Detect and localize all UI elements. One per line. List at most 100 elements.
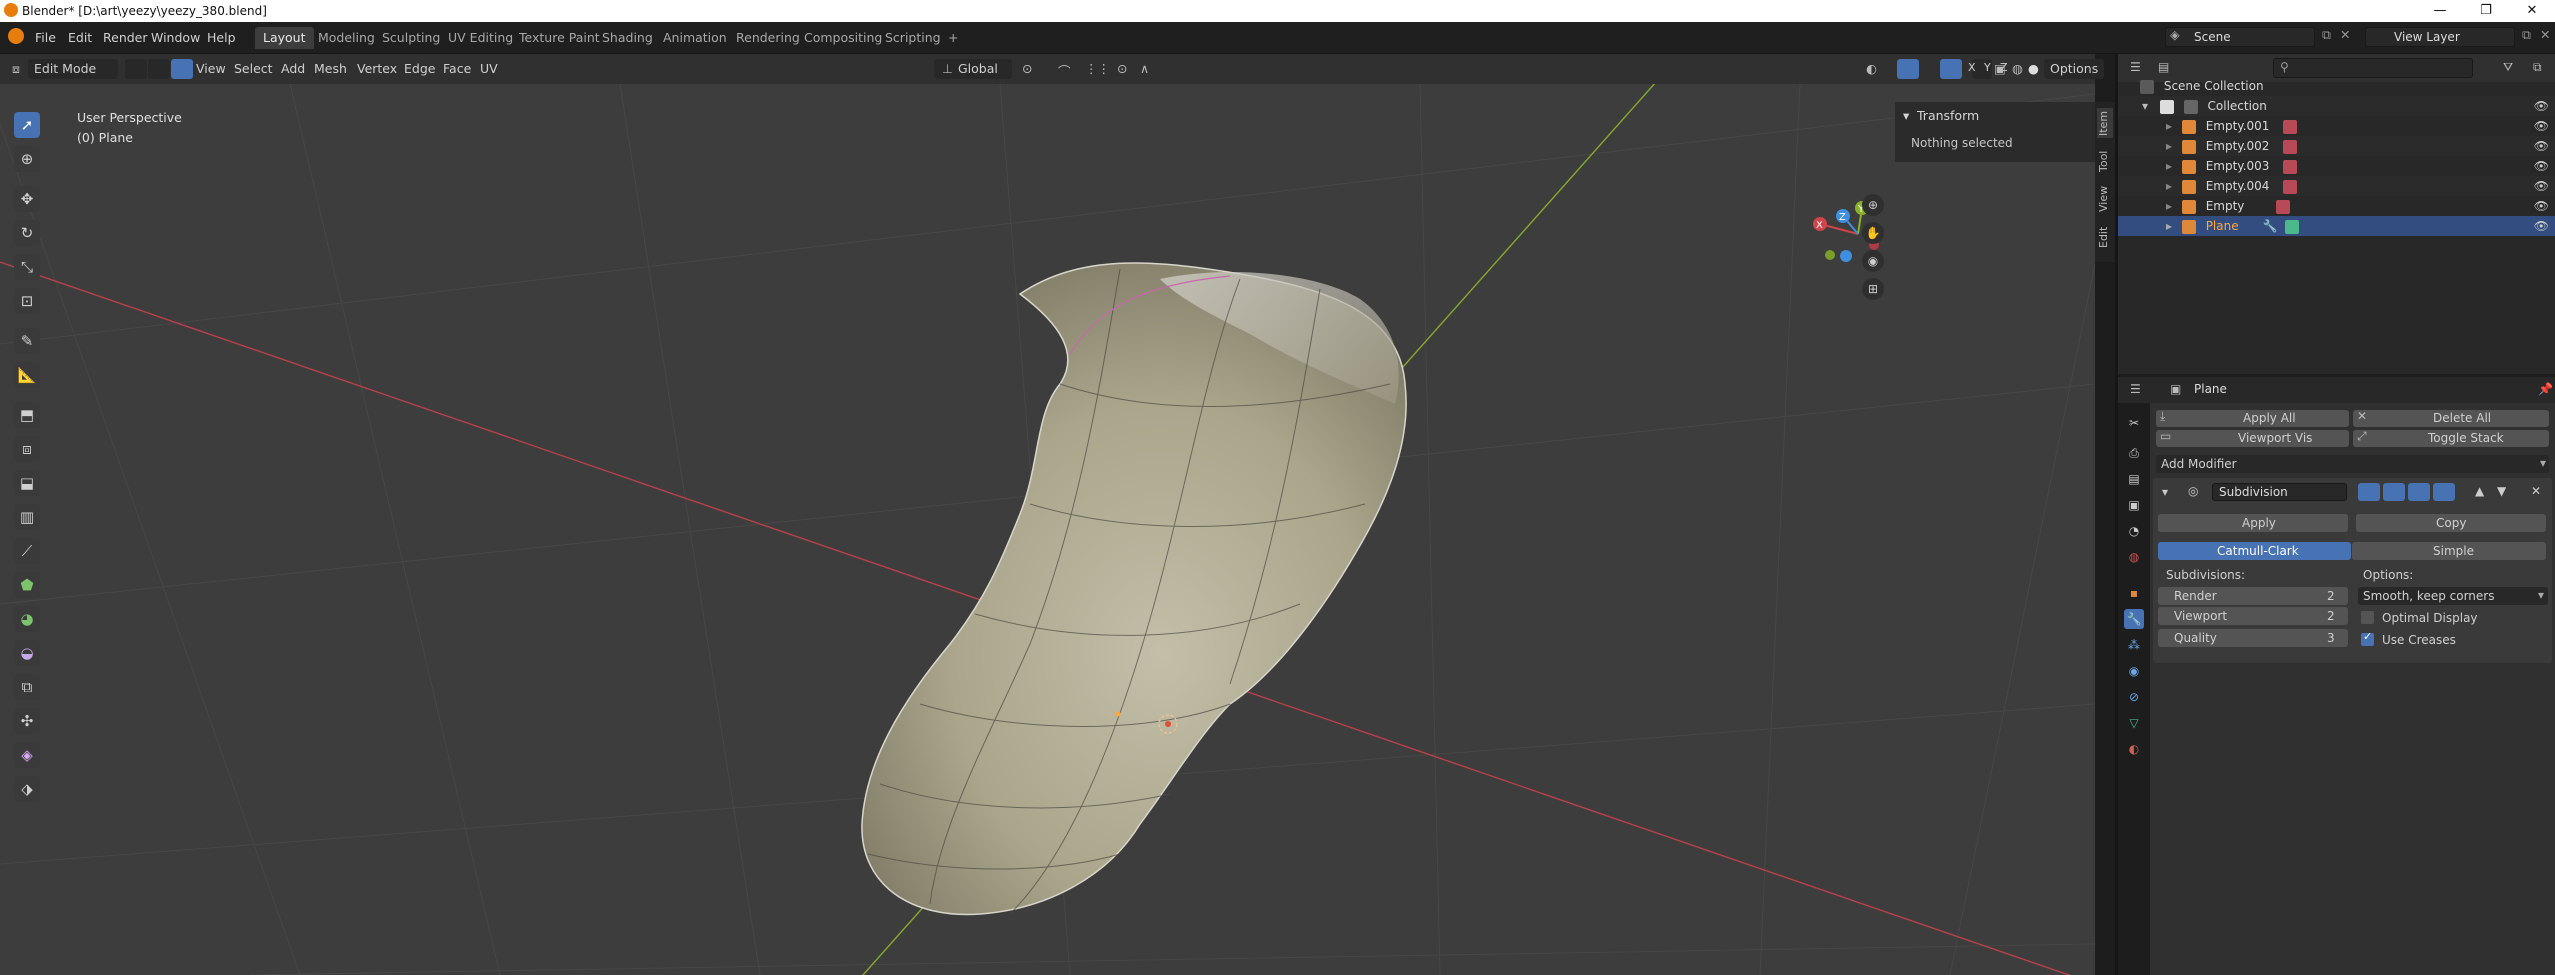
physics-tab-icon[interactable]: ◉ <box>2124 661 2144 681</box>
show-in-render-icon[interactable] <box>2408 483 2430 501</box>
outliner-row-empty-003[interactable]: ▸ Empty.003 👁 <box>2118 156 2555 176</box>
menu-window[interactable]: Window <box>151 30 200 45</box>
outliner-row-plane[interactable]: ▸ Plane 🔧 👁 <box>2118 216 2555 236</box>
inset-tool-icon[interactable]: ⧈ <box>14 436 40 462</box>
modifier-tab-icon[interactable]: 🔧 <box>2124 609 2144 629</box>
delete-view-layer-icon[interactable]: ✕ <box>2540 27 2550 42</box>
particles-tab-icon[interactable]: ⁂ <box>2124 635 2144 655</box>
tab-uv-editing[interactable]: UV Editing <box>440 27 521 49</box>
move-down-icon[interactable]: ▼ <box>2497 484 2506 498</box>
properties-editor-icon[interactable]: ☰ <box>2130 382 2141 396</box>
material-tab-icon[interactable]: ◐ <box>2124 739 2144 759</box>
scene-tab-icon[interactable]: ◔ <box>2124 521 2144 541</box>
cursor-tool-icon[interactable]: ⊕ <box>14 146 40 172</box>
output-tab-icon[interactable]: ▤ <box>2124 469 2144 489</box>
editor-type-icon[interactable]: ⧈ <box>12 61 20 77</box>
measure-tool-icon[interactable]: 📐 <box>14 362 40 388</box>
scene-selector[interactable]: Scene <box>2165 27 2315 47</box>
pivot-point-icon[interactable]: ⊙ <box>1022 61 1032 76</box>
spin-tool-icon[interactable]: ◕ <box>14 606 40 632</box>
edge-select-icon[interactable] <box>148 59 170 79</box>
menu-file[interactable]: File <box>35 30 56 45</box>
menu-mesh[interactable]: Mesh <box>314 61 347 76</box>
eye-icon[interactable]: 👁 <box>2534 176 2549 196</box>
display-mode-icon[interactable]: ▤ <box>2158 60 2169 74</box>
new-view-layer-icon[interactable]: ⧉ <box>2522 27 2531 43</box>
outliner-row-scene-collection[interactable]: Scene Collection <box>2118 76 2555 96</box>
menu-add[interactable]: Add <box>281 61 305 76</box>
tab-modeling[interactable]: Modeling <box>310 27 383 49</box>
move-tool-icon[interactable]: ✥ <box>14 186 40 212</box>
world-tab-icon[interactable]: ◍ <box>2124 547 2144 567</box>
filter-icon[interactable]: ⛛ <box>2503 60 2513 75</box>
tab-view[interactable]: View <box>2097 184 2113 214</box>
zoom-icon[interactable]: ⊕ <box>1862 194 1884 216</box>
pan-hand-icon[interactable]: ✋ <box>1862 222 1884 244</box>
mirror-x[interactable]: X <box>1968 61 1976 74</box>
constraint-icon[interactable] <box>2283 119 2298 134</box>
mesh-data-icon[interactable] <box>2285 219 2300 234</box>
show-overlays-icon[interactable] <box>1940 59 1962 79</box>
snap-icon[interactable]: ⌒ <box>1058 61 1071 80</box>
falloff-icon[interactable]: ∧ <box>1140 61 1149 76</box>
annotate-tool-icon[interactable]: ✎ <box>14 328 40 354</box>
visibility-icon[interactable]: ◐ <box>1866 61 1877 76</box>
constraint-icon[interactable] <box>2283 179 2298 194</box>
face-select-icon[interactable] <box>171 59 193 79</box>
tab-shading[interactable]: Shading <box>594 27 661 49</box>
shear-tool-icon[interactable]: ◈ <box>14 742 40 768</box>
expand-arrow-icon[interactable]: ▸ <box>2166 119 2172 133</box>
tab-scripting[interactable]: Scripting <box>877 27 949 49</box>
transform-expand-icon[interactable]: ▾ <box>1903 108 1909 123</box>
knife-tool-icon[interactable]: ⟋ <box>14 538 40 564</box>
remove-modifier-icon[interactable]: ✕ <box>2531 484 2541 498</box>
optimal-display-checkbox[interactable] <box>2361 611 2374 624</box>
eye-icon[interactable]: 👁 <box>2534 116 2549 136</box>
eye-icon[interactable]: 👁 <box>2534 136 2549 156</box>
data-tab-icon[interactable]: ▽ <box>2124 713 2144 733</box>
extrude-tool-icon[interactable]: ⬒ <box>14 402 40 428</box>
expand-arrow-icon[interactable]: ▸ <box>2166 139 2172 153</box>
scale-tool-icon[interactable]: ⤡ <box>14 254 40 280</box>
shrink-fatten-tool-icon[interactable]: ✣ <box>14 708 40 734</box>
modifier-collapse-icon[interactable]: ▾ <box>2162 485 2168 499</box>
transform-section-title[interactable]: Transform <box>1917 108 1979 123</box>
mirror-y[interactable]: Y <box>1984 61 1991 74</box>
camera-view-icon[interactable]: ◉ <box>1862 250 1884 272</box>
outliner-editor-icon[interactable]: ☰ <box>2130 60 2141 74</box>
eye-icon[interactable]: 👁 <box>2534 216 2549 236</box>
eye-icon[interactable]: 👁 <box>2534 196 2549 216</box>
menu-view[interactable]: View <box>196 61 226 76</box>
menu-help[interactable]: Help <box>207 30 236 45</box>
poly-build-tool-icon[interactable]: ⬟ <box>14 572 40 598</box>
menu-edge[interactable]: Edge <box>404 61 435 76</box>
menu-uv[interactable]: UV <box>480 61 498 76</box>
close-window-button[interactable]: ✕ <box>2509 0 2555 22</box>
checkbox-icon[interactable] <box>2159 99 2174 114</box>
on-cage-icon[interactable] <box>2433 483 2455 501</box>
tab-sculpting[interactable]: Sculpting <box>374 27 448 49</box>
rotate-tool-icon[interactable]: ↻ <box>14 220 40 246</box>
outliner-search-input[interactable] <box>2273 58 2473 78</box>
object-tab-icon[interactable]: ▪ <box>2124 583 2144 603</box>
outliner-row-collection[interactable]: ▾ Collection 👁 <box>2118 96 2555 116</box>
edge-slide-tool-icon[interactable]: ⧉ <box>14 674 40 700</box>
move-up-icon[interactable]: ▲ <box>2475 484 2484 498</box>
view-layer-tab-icon[interactable]: ▣ <box>2124 495 2144 515</box>
render-tab-icon[interactable]: ⎙ <box>2124 443 2144 463</box>
new-scene-icon[interactable]: ⧉ <box>2322 27 2331 43</box>
xray-icon[interactable]: ▣ <box>1994 61 2006 76</box>
constraint-icon[interactable] <box>2276 199 2291 214</box>
3d-viewport[interactable]: X Y Z User Perspective (0) Plane ⊕ ✋ ◉ ⊞ <box>0 84 2095 975</box>
bevel-tool-icon[interactable]: ⬓ <box>14 470 40 496</box>
constraint-icon[interactable] <box>2283 159 2298 174</box>
tab-animation[interactable]: Animation <box>655 27 735 49</box>
menu-render[interactable]: Render <box>103 30 148 45</box>
maximize-button[interactable]: ❐ <box>2463 0 2509 22</box>
outliner-row-empty-001[interactable]: ▸ Empty.001 👁 <box>2118 116 2555 136</box>
expand-arrow-icon[interactable]: ▸ <box>2166 179 2172 193</box>
menu-select[interactable]: Select <box>234 61 273 76</box>
delete-scene-icon[interactable]: ✕ <box>2340 27 2350 42</box>
wireframe-shading-icon[interactable]: ◍ <box>2012 61 2023 76</box>
menu-face[interactable]: Face <box>443 61 471 76</box>
